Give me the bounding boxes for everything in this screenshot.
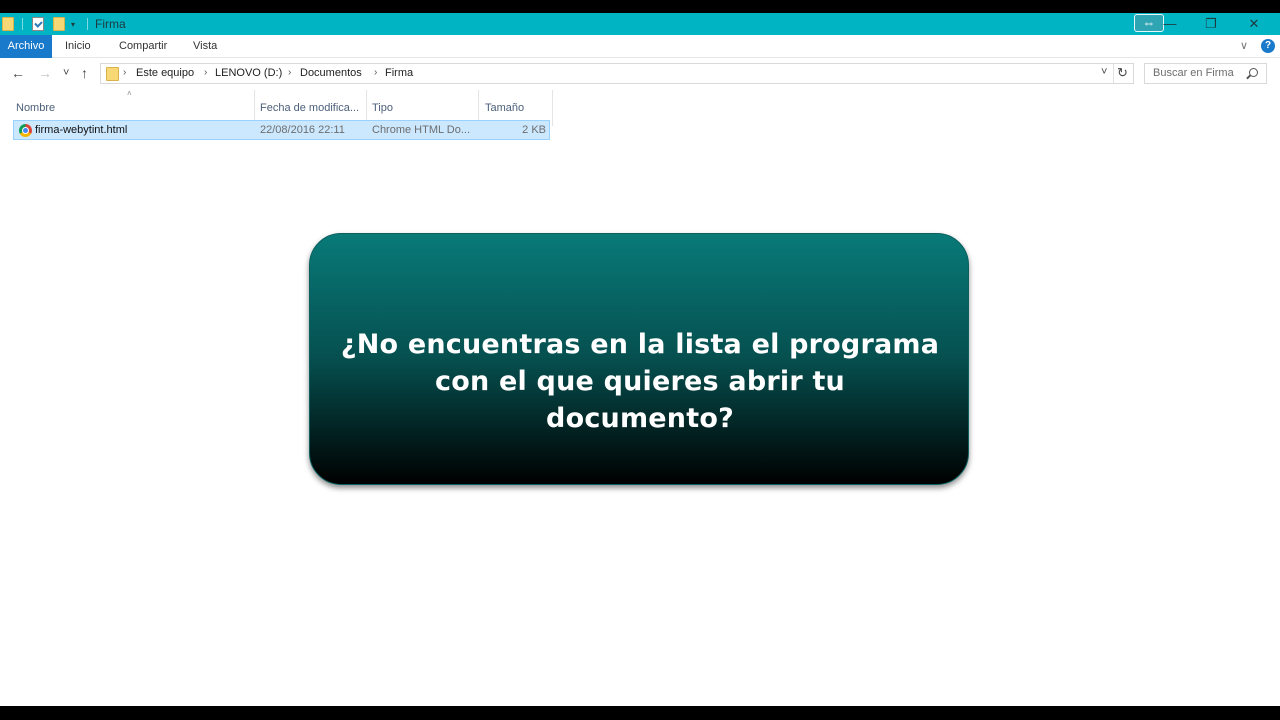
restore-button[interactable]: ❐: [1191, 13, 1231, 35]
address-dropdown-icon[interactable]: ˅: [1101, 66, 1107, 78]
tab-archivo[interactable]: Archivo: [0, 35, 52, 58]
tab-inicio[interactable]: Inicio: [65, 35, 91, 58]
file-name[interactable]: firma-webytint.html: [35, 124, 127, 136]
file-explorer-window: ▾ Firma ⇔ — ❐ ✕ Archivo Inicio Compartir…: [0, 13, 1280, 706]
customize-dropdown-icon[interactable]: ▾: [71, 16, 75, 32]
breadcrumb-separator[interactable]: ›: [288, 67, 291, 78]
breadcrumb-lenovo-drive[interactable]: LENOVO (D:): [215, 67, 282, 79]
file-type: Chrome HTML Do...: [372, 124, 471, 136]
breadcrumb-separator[interactable]: ›: [374, 67, 377, 78]
search-icon[interactable]: [1249, 68, 1258, 77]
help-icon[interactable]: ?: [1261, 39, 1275, 53]
search-placeholder: Buscar en Firma: [1153, 67, 1234, 79]
tutorial-callout: ¿No encuentras en la lista el programa c…: [309, 233, 969, 485]
search-input[interactable]: Buscar en Firma: [1144, 63, 1267, 84]
breadcrumb-separator[interactable]: ›: [204, 67, 207, 78]
column-header-nombre[interactable]: Nombre: [16, 102, 55, 114]
address-divider: [1113, 64, 1114, 83]
breadcrumb-documentos[interactable]: Documentos: [300, 67, 362, 79]
quick-access-separator: [87, 18, 88, 30]
column-header-fecha[interactable]: Fecha de modifica...: [260, 102, 359, 114]
minimize-button[interactable]: —: [1150, 13, 1190, 35]
recent-locations-icon[interactable]: ˅: [63, 67, 69, 79]
tab-vista[interactable]: Vista: [193, 35, 217, 58]
column-divider[interactable]: [552, 90, 553, 126]
back-icon[interactable]: ←: [11, 65, 25, 81]
breadcrumb-separator: ›: [123, 67, 127, 78]
close-button[interactable]: ✕: [1234, 13, 1274, 35]
properties-icon[interactable]: [32, 16, 44, 32]
file-row[interactable]: firma-webytint.html 22/08/2016 22:11 Chr…: [13, 120, 550, 140]
letterbox-top: [0, 0, 1280, 13]
new-folder-icon[interactable]: [53, 16, 65, 32]
tab-compartir[interactable]: Compartir: [119, 35, 167, 58]
ribbon-tabs: Archivo Inicio Compartir Vista ∨ ?: [0, 35, 1280, 58]
window-title: Firma: [95, 17, 126, 31]
address-bar[interactable]: › Este equipo › LENOVO (D:) › Documentos…: [100, 63, 1134, 84]
file-date: 22/08/2016 22:11: [260, 124, 345, 136]
file-size: 2 KB: [522, 124, 546, 136]
navigation-bar: ← → ˅ ↑ › Este equipo › LENOVO (D:) › Do…: [0, 58, 1280, 90]
quick-access-separator: [22, 18, 23, 30]
breadcrumb-firma[interactable]: Firma: [385, 67, 413, 79]
folder-icon: [106, 67, 119, 81]
callout-text: ¿No encuentras en la lista el programa c…: [340, 329, 940, 434]
folder-icon: [2, 16, 14, 32]
forward-icon[interactable]: →: [38, 65, 52, 81]
up-icon[interactable]: ↑: [81, 65, 88, 81]
column-header-tamano[interactable]: Tamaño: [485, 102, 524, 114]
chrome-icon: [19, 124, 32, 137]
column-header-tipo[interactable]: Tipo: [372, 102, 393, 114]
refresh-icon[interactable]: ↻: [1117, 65, 1128, 81]
sort-ascending-icon: ˄: [127, 89, 132, 98]
letterbox-bottom: [0, 706, 1280, 720]
ribbon-expand-icon[interactable]: ∨: [1240, 39, 1248, 52]
title-bar[interactable]: ▾ Firma ⇔ — ❐ ✕: [0, 13, 1280, 35]
breadcrumb-este-equipo[interactable]: Este equipo: [136, 67, 194, 79]
